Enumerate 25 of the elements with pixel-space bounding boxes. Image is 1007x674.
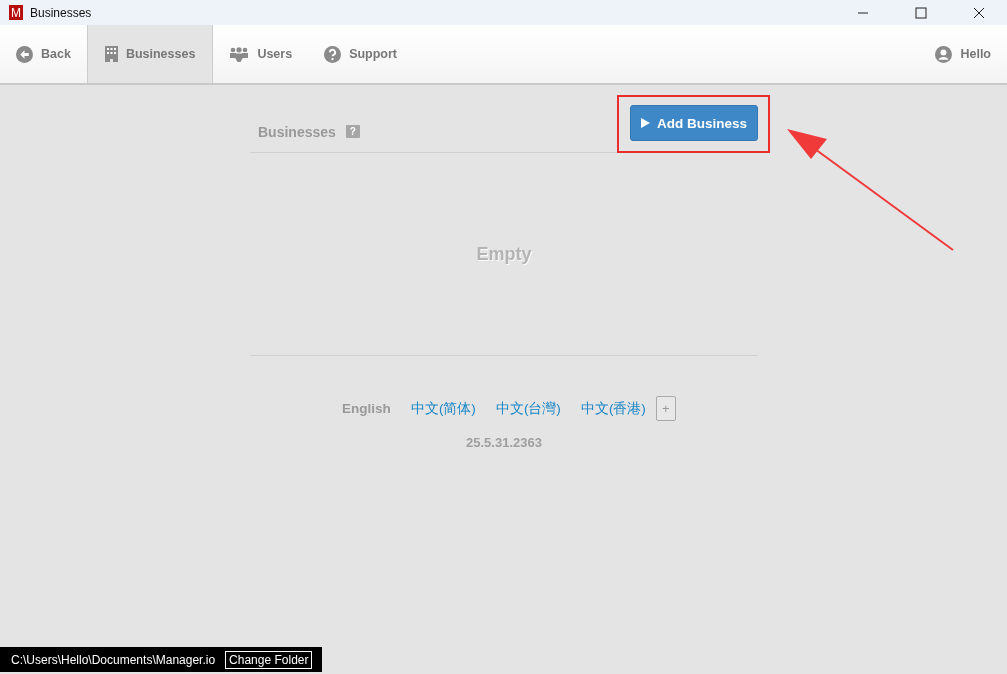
close-icon[interactable] bbox=[973, 6, 985, 19]
user-avatar-icon bbox=[935, 45, 953, 63]
play-icon bbox=[640, 118, 650, 128]
language-link[interactable]: 中文(简体) bbox=[410, 399, 476, 418]
language-link[interactable]: 中文(台灣) bbox=[495, 399, 561, 418]
help-badge[interactable]: ? bbox=[345, 125, 360, 138]
language-link[interactable]: English bbox=[342, 401, 391, 416]
users-icon bbox=[229, 46, 250, 62]
add-language-button[interactable]: + bbox=[655, 396, 676, 421]
nav-tab[interactable]: Businesses bbox=[86, 25, 214, 83]
language-link[interactable]: 中文(香港) bbox=[580, 399, 646, 418]
nav-tab[interactable]: Support bbox=[308, 25, 414, 83]
nav-tab[interactable]: Users bbox=[213, 25, 309, 83]
maximize-icon[interactable] bbox=[915, 6, 927, 19]
nav-tab[interactable]: Back bbox=[0, 25, 87, 83]
help-icon bbox=[324, 45, 342, 63]
user-menu[interactable]: Hello bbox=[919, 25, 1007, 83]
section-title: Businesses bbox=[258, 124, 336, 140]
version-text: 25.5.31.2363 bbox=[466, 435, 542, 450]
app-logo: M bbox=[9, 5, 23, 20]
building-icon bbox=[104, 46, 118, 62]
change-folder-button[interactable]: Change Folder bbox=[225, 650, 313, 669]
add-business-button[interactable]: Add Business bbox=[629, 105, 758, 141]
window-title: Businesses bbox=[30, 5, 92, 20]
folder-path: C:\Users\Hello\Documents\Manager.io bbox=[11, 652, 216, 667]
